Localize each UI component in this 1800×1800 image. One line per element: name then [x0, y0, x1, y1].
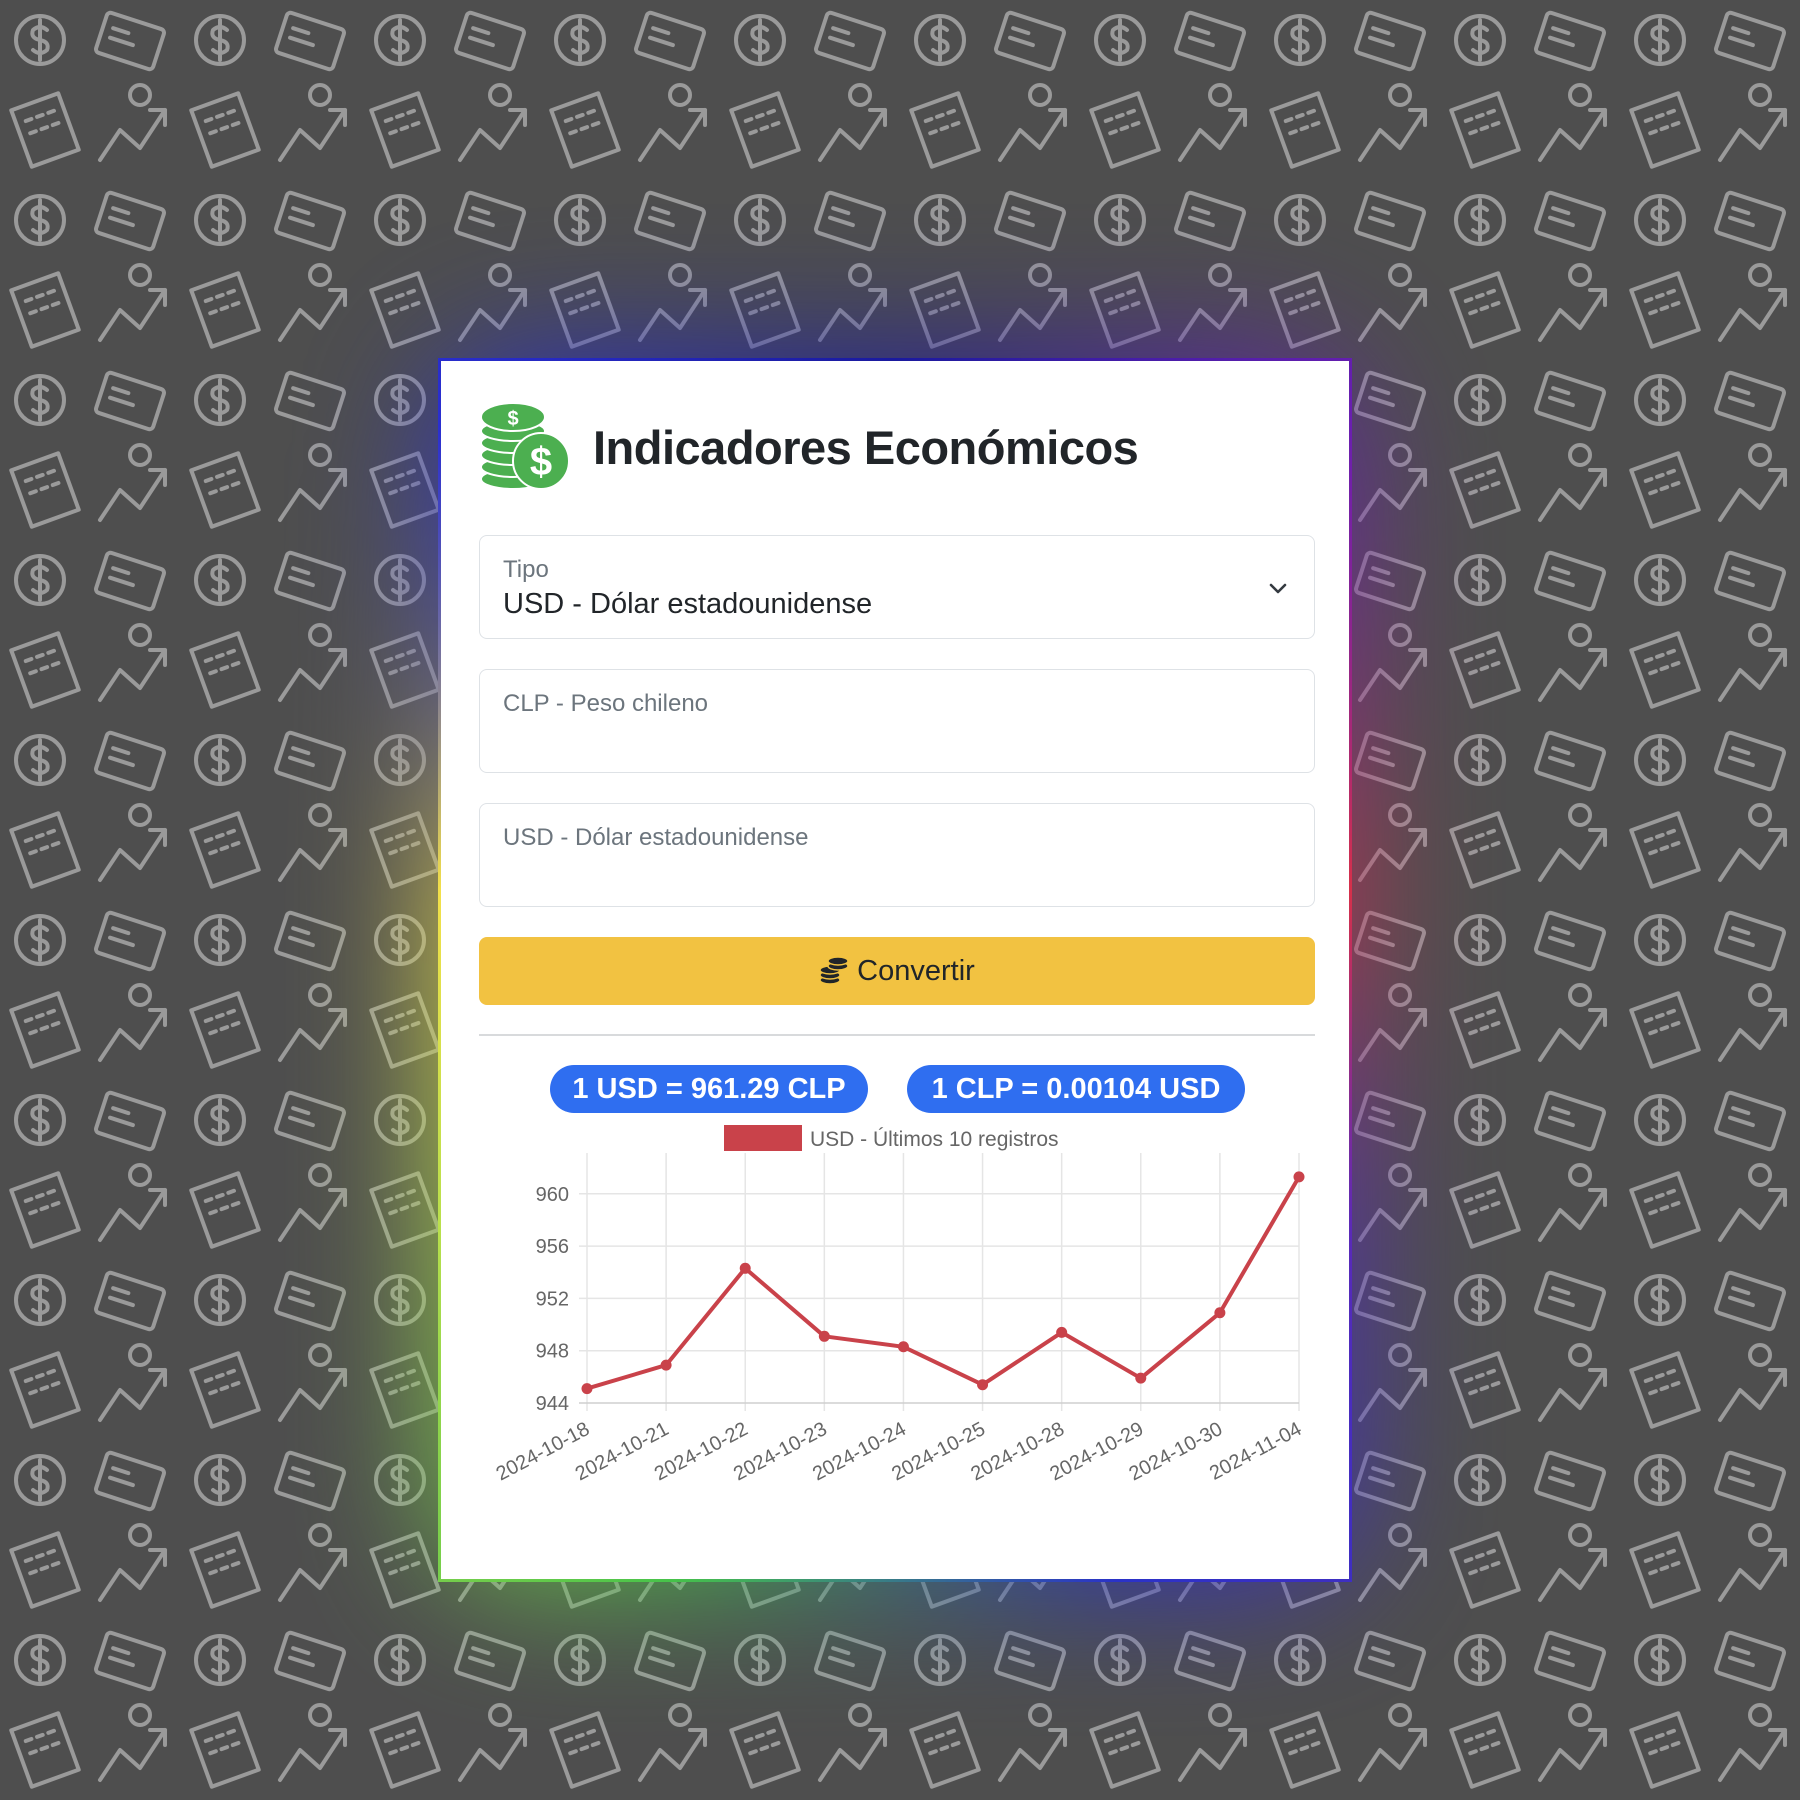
data-point	[977, 1379, 989, 1391]
convert-button-label: Convertir	[857, 954, 975, 987]
y-tick-label: 948	[536, 1341, 569, 1363]
legend-label: USD - Últimos 10 registros	[810, 1128, 1059, 1151]
data-point	[897, 1341, 909, 1353]
select-label: Tipo	[503, 556, 549, 583]
usd-field-label: USD - Dólar estadounidense	[503, 824, 809, 851]
clp-rate-badge: 1 CLP = 0.00104 USD	[907, 1065, 1245, 1113]
data-point	[1214, 1307, 1226, 1319]
y-tick-label: 960	[536, 1184, 569, 1206]
clp-input[interactable]	[502, 724, 1286, 762]
series-line	[586, 1175, 1301, 1391]
y-tick-label: 944	[536, 1393, 569, 1415]
usd-history-chart: USD - Últimos 10 registros 944 948 952 956 96…	[493, 1125, 1305, 1485]
page-title: Indicadores Económicos	[593, 420, 1139, 474]
svg-text:$: $	[507, 408, 518, 430]
data-point	[818, 1330, 830, 1342]
convert-button[interactable]: Convertir	[479, 937, 1315, 1005]
y-tick-label: 952	[536, 1288, 569, 1310]
data-point	[581, 1383, 593, 1395]
data-point	[660, 1359, 672, 1371]
clp-amount-field[interactable]: CLP - Peso chileno	[479, 669, 1315, 773]
legend-swatch	[724, 1125, 802, 1151]
data-point	[1293, 1171, 1305, 1183]
converter-card: $ $ Indicadores Económicos Tipo USD - Dó…	[438, 358, 1352, 1582]
data-point	[1056, 1326, 1068, 1338]
select-value: USD - Dólar estadounidense	[503, 588, 873, 620]
usd-rate-badge: 1 USD = 961.29 CLP	[550, 1065, 868, 1113]
data-point	[739, 1262, 751, 1274]
usd-input[interactable]	[502, 858, 1286, 896]
money-coins-icon: $ $	[480, 402, 570, 490]
coins-icon	[819, 956, 849, 985]
currency-type-select[interactable]: Tipo USD - Dólar estadounidense	[479, 535, 1315, 639]
header: $ $ Indicadores Económicos	[479, 397, 1139, 497]
divider	[479, 1034, 1315, 1036]
data-point	[1135, 1372, 1147, 1384]
svg-text:$: $	[530, 440, 552, 484]
chevron-down-icon	[1269, 583, 1287, 594]
y-tick-label: 956	[536, 1236, 569, 1258]
clp-field-label: CLP - Peso chileno	[503, 690, 709, 717]
usd-amount-field[interactable]: USD - Dólar estadounidense	[479, 803, 1315, 907]
